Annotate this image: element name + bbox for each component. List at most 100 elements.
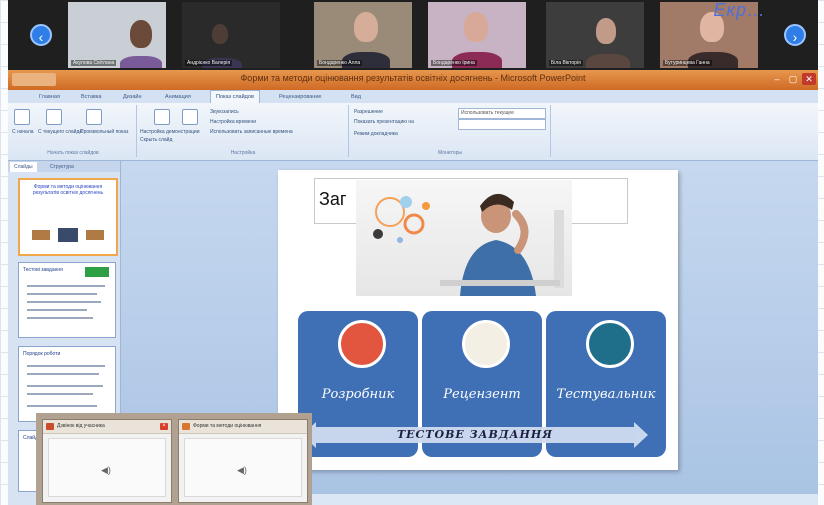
participant-head <box>130 20 152 48</box>
tab-design[interactable]: Дизайн <box>118 91 147 103</box>
custom-show-icon[interactable] <box>86 109 102 125</box>
play-from-start-icon[interactable] <box>14 109 30 125</box>
participant-name: Бутуринцева Ганна <box>663 60 712 66</box>
monitor-select[interactable] <box>458 119 546 130</box>
restore-button[interactable]: ▢ <box>786 73 800 85</box>
participant-head <box>354 12 378 42</box>
resolution-select[interactable]: Использовать текущее <box>458 108 546 119</box>
pane-tabs: Слайды Структура <box>8 161 120 172</box>
test-task-double-arrow[interactable]: ТЕСТОВЕ ЗАВДАННЯ <box>302 422 648 448</box>
tab-slide-show[interactable]: Показ слайдов <box>210 90 260 103</box>
thumb-image <box>32 230 50 240</box>
thinking-man-photo[interactable] <box>356 180 572 296</box>
ribbon-tabs: Главная Вставка Дизайн Анимация Показ сл… <box>8 90 818 103</box>
participant-tile[interactable]: Бондаренко Алла <box>314 2 412 68</box>
group-label: Мониторы <box>438 150 462 156</box>
close-button[interactable]: ✕ <box>802 73 816 85</box>
call-window-title: Дзвінок від учасника <box>57 423 105 429</box>
test-task-banner-text: ТЕСТОВЕ ЗАВДАННЯ <box>396 428 554 441</box>
group-label: Настройка <box>230 150 256 156</box>
thumb-text-line <box>27 317 93 319</box>
record-narration-option[interactable]: Звукозапись <box>210 109 239 115</box>
call-windows-tray: Дзвінок від учасника × ◀) Форми та метод… <box>36 413 312 505</box>
participant-name: Бондаренко Ірина <box>431 60 477 66</box>
call-window-body: ◀) <box>48 438 166 497</box>
tab-view[interactable]: Вид <box>346 91 366 103</box>
thumb-text-line <box>27 285 105 287</box>
call-window-body: ◀) <box>184 438 302 497</box>
call-window-title: Форми та методи оцінювання <box>193 423 262 429</box>
thumb-image <box>85 267 109 277</box>
participant-tile[interactable]: Андрієнко Валерія <box>182 2 280 68</box>
thumb-image <box>58 228 78 242</box>
next-page-button[interactable]: › <box>784 24 806 46</box>
participant-name: Бондаренко Алла <box>317 60 363 66</box>
thumb-text-line <box>27 373 99 375</box>
thumb-text-line <box>27 301 101 303</box>
participant-head <box>464 12 488 42</box>
setup-show-button[interactable]: Настройка демонстрации <box>140 129 199 135</box>
custom-show-button[interactable]: Произвольный показ <box>80 129 128 135</box>
hide-slide-button[interactable]: Скрыть слайд <box>140 137 172 143</box>
participant-name: Біла Вікторія <box>549 60 583 66</box>
participant-tile[interactable]: Бондаренко Ірина <box>428 2 526 68</box>
current-slide[interactable]: Заг Розробник Рецензент Тестувальник ТЕС… <box>278 170 678 470</box>
role-card-label: Рецензент <box>443 387 521 402</box>
resolution-label: Разрешение <box>354 109 383 115</box>
slide-thumbnail-title: Форми та методи оцінювання результатів о… <box>32 184 104 196</box>
minimize-button[interactable]: – <box>770 73 784 85</box>
slide-thumbnail[interactable]: Порядок роботи <box>18 346 116 422</box>
speaker-icon: ◀) <box>237 465 247 475</box>
use-timings-checkbox[interactable]: Использовать записанные времена <box>210 129 293 135</box>
participant-body <box>586 54 630 68</box>
window-title: Форми та методи оцінювання результатів о… <box>240 73 586 83</box>
thumb-text-line <box>27 309 87 311</box>
call-window-header: Форми та методи оцінювання <box>179 420 307 434</box>
tab-insert[interactable]: Вставка <box>76 91 106 103</box>
reviewer-icon <box>462 320 510 368</box>
speaker-icon: ◀) <box>101 465 111 475</box>
play-from-current-icon[interactable] <box>46 109 62 125</box>
call-window-header: Дзвінок від учасника × <box>43 420 171 434</box>
thinking-man-illustration <box>373 193 564 296</box>
slide-thumbnail[interactable]: Форми та методи оцінювання результатів о… <box>18 178 118 256</box>
thumb-text-line <box>27 385 103 387</box>
previous-page-button[interactable]: ‹ <box>30 24 52 46</box>
participant-body <box>120 56 162 68</box>
group-setup: Настройка демонстрации Скрыть слайд Звук… <box>138 105 349 157</box>
app-icon <box>46 423 54 430</box>
tab-home[interactable]: Главная <box>34 91 65 103</box>
tab-animation[interactable]: Анимация <box>160 91 196 103</box>
rehearse-timings-option[interactable]: Настройка времени <box>210 119 256 125</box>
window-titlebar: Форми та методи оцінювання результатів о… <box>8 70 818 90</box>
video-participant-strip: ‹ Акулова Світлана Андрієнко Валерія Бон… <box>8 0 818 70</box>
call-window[interactable]: Форми та методи оцінювання ◀) <box>178 419 308 503</box>
slide-thumbnail-title: Порядок роботи <box>23 351 61 357</box>
setup-show-icon[interactable] <box>154 109 170 125</box>
from-start-button[interactable]: С начала <box>12 129 34 135</box>
thumb-text-line <box>27 405 97 407</box>
tab-review[interactable]: Рецензирование <box>274 91 326 103</box>
tab-outline[interactable]: Структура <box>46 162 78 172</box>
participant-name: Акулова Світлана <box>71 60 117 66</box>
hide-slide-icon[interactable] <box>182 109 198 125</box>
tab-slides[interactable]: Слайды <box>10 162 37 172</box>
presenter-view-checkbox[interactable]: Режим докладчика <box>354 131 398 137</box>
tester-icon <box>586 320 634 368</box>
call-window[interactable]: Дзвінок від учасника × ◀) <box>42 419 172 503</box>
thumb-text-line <box>27 365 105 367</box>
participant-head <box>596 18 616 44</box>
participant-tile[interactable]: Біла Вікторія <box>546 2 644 68</box>
app-icon <box>182 423 190 430</box>
show-on-label: Показать презентацию на <box>354 119 414 125</box>
slide-thumbnail[interactable]: Тестові завдання <box>18 262 116 338</box>
screen-share-overlay-text: Екр… <box>713 0 766 20</box>
title-text: Заг <box>319 189 347 209</box>
from-current-button[interactable]: С текущего слайда <box>38 129 82 135</box>
close-icon[interactable]: × <box>160 423 168 430</box>
participant-name: Андрієнко Валерія <box>185 60 233 66</box>
developer-icon <box>338 320 386 368</box>
thumb-text-line <box>27 293 97 295</box>
role-card-label: Тестувальник <box>556 387 656 402</box>
participant-tile[interactable]: Акулова Світлана <box>68 2 166 68</box>
